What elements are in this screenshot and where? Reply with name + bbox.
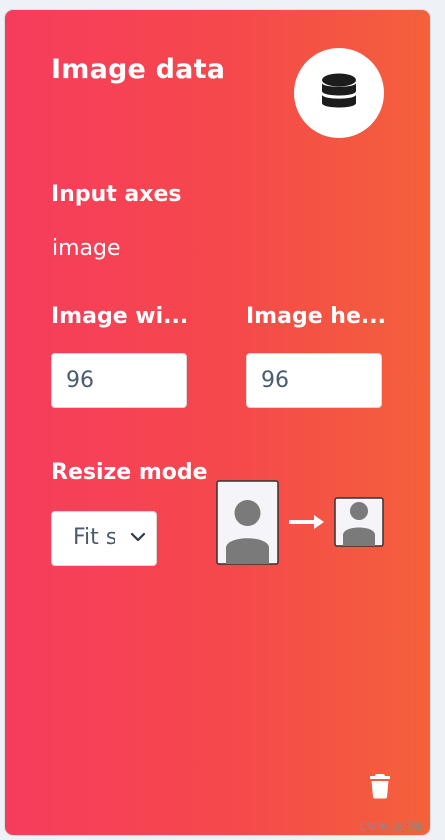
- input-axes-value: image: [52, 236, 121, 261]
- resize-mode-label: Resize mode: [51, 460, 208, 485]
- image-width-label: Image wi...: [51, 304, 189, 329]
- database-icon: [322, 73, 356, 108]
- input-axes-label: Input axes: [51, 182, 182, 207]
- resize-mode-illustration: [216, 480, 384, 565]
- image-height-input[interactable]: [246, 353, 382, 408]
- portrait-square-icon: [334, 497, 384, 547]
- arrow-right-icon: [289, 515, 324, 529]
- database-icon-badge: [294, 48, 384, 138]
- image-width-input[interactable]: [51, 353, 187, 408]
- card-title: Image data: [51, 54, 226, 85]
- watermark-text: CSDN @自除: [360, 822, 422, 833]
- image-data-card: Image data Input axes image Image wi... …: [5, 10, 430, 835]
- resize-mode-selected-value: Fit s: [73, 525, 115, 550]
- trash-icon[interactable]: [369, 773, 391, 799]
- image-height-label: Image he...: [246, 304, 386, 329]
- portrait-tall-icon: [216, 480, 279, 565]
- resize-mode-select[interactable]: Fit s: [51, 511, 157, 566]
- chevron-down-icon: [130, 532, 146, 542]
